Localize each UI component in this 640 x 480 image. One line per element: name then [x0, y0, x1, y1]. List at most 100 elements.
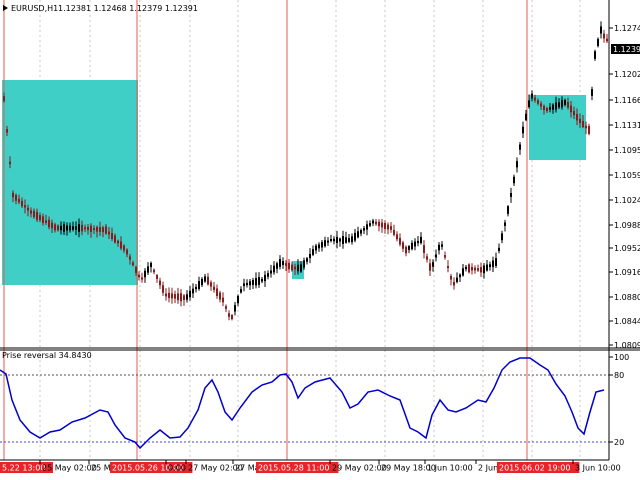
candle-body: [456, 277, 458, 282]
candle-body: [126, 249, 128, 255]
candle-body: [3, 96, 5, 102]
candle-body: [540, 103, 542, 107]
candle-body: [480, 267, 482, 273]
candle-body: [435, 254, 437, 258]
candle-body: [351, 236, 353, 243]
candle-body: [276, 263, 278, 269]
candle-body: [438, 244, 440, 251]
candle-body: [90, 225, 92, 233]
candle-body: [582, 120, 584, 128]
indicator-line[interactable]: [0, 357, 605, 450]
candle-body: [249, 281, 251, 286]
price-label: 1.10590: [614, 171, 640, 180]
candle-body: [279, 259, 281, 267]
candle-body: [21, 200, 23, 207]
candle-body: [195, 286, 197, 290]
candle-body: [354, 232, 356, 241]
time-label: 3 Jun 10:00: [575, 464, 621, 473]
candle-body: [417, 240, 419, 244]
candle-body: [405, 246, 407, 254]
candle-body: [375, 221, 377, 225]
candle-body: [591, 89, 593, 96]
candle-body: [165, 293, 167, 297]
candle-body: [135, 267, 137, 273]
candle-body: [153, 269, 155, 273]
candle-body: [414, 241, 416, 247]
candle-body: [339, 238, 341, 242]
candle-body: [462, 268, 464, 276]
candle-body: [93, 228, 95, 231]
candle-body: [408, 246, 410, 250]
chart-canvas[interactable]: EURUSD,H1 1.12381 1.12468 1.12379 1.1239…: [0, 0, 640, 480]
candle-body: [429, 263, 431, 271]
candle-body: [297, 264, 299, 272]
candle-body: [588, 126, 590, 134]
candle-body: [393, 230, 395, 235]
candle-body: [447, 266, 449, 269]
candle-body: [171, 293, 173, 299]
candle-body: [300, 264, 302, 272]
candle-body: [453, 281, 455, 286]
candle-body: [258, 277, 260, 285]
candle-body: [33, 210, 35, 217]
candle-body: [513, 176, 515, 184]
chart-window[interactable]: EURUSD,H1 1.12381 1.12468 1.12379 1.1239…: [0, 0, 640, 480]
candle-body: [324, 240, 326, 247]
candle-body: [240, 289, 242, 293]
candle-body: [84, 227, 86, 230]
candle-body: [207, 276, 209, 285]
candle-body: [138, 274, 140, 278]
price-label: 1.09880: [614, 221, 640, 230]
price-label: 1.12020: [614, 70, 640, 79]
candle-body: [60, 225, 62, 231]
candle-body: [39, 215, 41, 221]
candle-body: [264, 274, 266, 282]
candle-body: [141, 277, 143, 280]
candle-body: [99, 227, 101, 232]
price-label: 1.08090: [614, 341, 640, 350]
indicator-scale-label: 80: [614, 371, 624, 380]
candle-body: [552, 104, 554, 110]
candle-body: [243, 283, 245, 287]
candle-body: [528, 100, 530, 108]
time-marker-label: 2015.06.02 19:00: [499, 464, 570, 473]
candle-body: [288, 262, 290, 270]
price-label: 1.09520: [614, 244, 640, 253]
candle-body: [204, 276, 206, 282]
indicator-scale-label: 100: [614, 353, 629, 362]
candle-body: [192, 288, 194, 294]
candle-body: [96, 226, 98, 232]
candle-body: [369, 223, 371, 226]
candle-body: [543, 105, 545, 111]
candle-body: [402, 242, 404, 249]
candle-body: [492, 260, 494, 268]
candle-body: [603, 33, 605, 39]
candle-body: [333, 238, 335, 242]
candle-body: [600, 26, 602, 34]
candle-body: [396, 234, 398, 240]
candle-body: [237, 295, 239, 304]
candle-body: [72, 226, 74, 230]
candle-body: [567, 101, 569, 108]
price-label: 1.08440: [614, 317, 640, 326]
candle-body: [132, 262, 134, 266]
symbol-label: EURUSD,H1: [11, 4, 58, 13]
candle-body: [486, 264, 488, 271]
candle-body: [123, 245, 125, 251]
candle-body: [318, 244, 320, 249]
candle-body: [147, 266, 149, 273]
candle-body: [198, 281, 200, 289]
candle-body: [411, 242, 413, 250]
candle-body: [363, 228, 365, 231]
candle-body: [555, 102, 557, 110]
candle-body: [399, 237, 401, 245]
candle-body: [465, 266, 467, 270]
candle-body: [42, 216, 44, 223]
candle-body: [231, 315, 233, 320]
candle-body: [186, 294, 188, 300]
candle-body: [387, 224, 389, 230]
candle-body: [384, 222, 386, 230]
candle-body: [228, 313, 230, 317]
candle-body: [303, 260, 305, 268]
candle-body: [36, 211, 38, 220]
